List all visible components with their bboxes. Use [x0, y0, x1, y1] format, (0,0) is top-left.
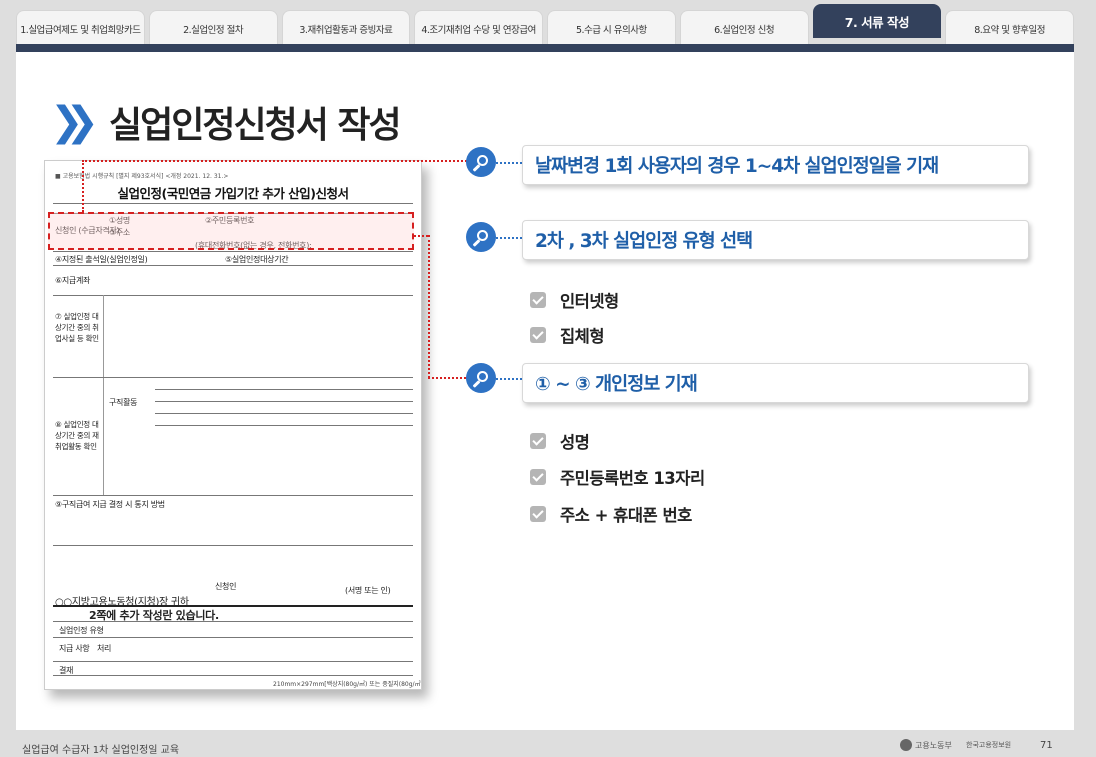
- form-rule: [53, 637, 413, 638]
- form-rule: [53, 295, 413, 296]
- dotted-leader: [496, 378, 522, 380]
- form-title: 실업인정(국민연금 가입기간 추가 산입)신청서: [117, 186, 349, 201]
- list-item: 주소 + 휴대폰 번호: [530, 502, 692, 526]
- list-item: 집체형: [530, 323, 605, 347]
- footer-title: 실업급여 수급자 1차 실업인정일 교육: [22, 745, 180, 756]
- personal-info-highlight: [48, 212, 414, 250]
- signer-label: 신청인: [215, 582, 237, 591]
- connector-line: [428, 377, 466, 379]
- form-rule: [155, 401, 413, 402]
- list-item-label: 성명: [560, 433, 590, 452]
- callout-personal-info: ① ~ ③ 개인정보 기재: [522, 363, 1029, 403]
- form-rule: [155, 413, 413, 414]
- callout-date-change: 날짜변경 1회 사용자의 경우 1~4차 실업인정일을 기재: [522, 145, 1029, 185]
- list-item-label: 주소 + 휴대폰 번호: [560, 506, 692, 525]
- tab-bar: 1.실업급여제도 및 취업희망카드 2.실업인정 절차 3.재취업활동과 증빙자…: [16, 4, 1074, 46]
- page-title-text: 실업인정신청서 작성: [109, 105, 402, 146]
- page-number: 71: [1040, 740, 1053, 751]
- form-rule: [53, 545, 413, 546]
- tab-underline: [16, 44, 1074, 52]
- dotted-leader: [496, 162, 522, 164]
- employment-check-label: ⑦ 실업인정 대상기간 중의 취업사실 등 확인: [55, 312, 99, 343]
- form-rule: [53, 251, 413, 252]
- account-label: ⑥지급계좌: [55, 276, 91, 285]
- tab-3[interactable]: 3.재취업활동과 증빙자료: [281, 10, 411, 46]
- job-search-check-label: ⑧ 실업인정 대상기간 중의 재취업활동 확인: [55, 420, 99, 451]
- list-item: 인터넷형: [530, 288, 619, 312]
- form-rule: [53, 265, 413, 266]
- list-item-label: 주민등록번호 13자리: [560, 469, 705, 488]
- attendance-day-label: ④지정된 출석일(실업인정일): [55, 255, 148, 264]
- double-chevron-icon: ❯❯: [50, 99, 99, 145]
- checkbox-icon: [530, 292, 546, 308]
- ministry-emblem-icon: [900, 739, 912, 751]
- cert-type-label: 실업인정 유형: [59, 626, 104, 635]
- job-search-label: 구직활동: [109, 398, 138, 407]
- tab-8[interactable]: 8.요약 및 향후일정: [945, 10, 1074, 46]
- form-rule: [53, 495, 413, 496]
- form-rule: [155, 389, 413, 390]
- tab-2[interactable]: 2.실업인정 절차: [148, 10, 278, 46]
- magnifier-icon: [466, 222, 496, 252]
- connector-line: [428, 235, 430, 378]
- form-rule: [53, 621, 413, 622]
- ministry-logo: 고용노동부: [900, 739, 952, 751]
- form-rule: [155, 425, 413, 426]
- tab-4[interactable]: 4.조기재취업 수당 및 연장급여: [414, 10, 543, 46]
- period-label: ⑤실업인정대상기간: [225, 255, 289, 264]
- footer: 실업급여 수급자 1차 실업인정일 교육 고용노동부 한국고용정보원 71: [0, 738, 1096, 757]
- form-divider: [103, 295, 104, 495]
- magnifier-icon: [466, 147, 496, 177]
- form-rule: [53, 377, 413, 378]
- callout-cert-type: 2차 , 3차 실업인정 유형 선택: [522, 220, 1029, 260]
- form-rule: [53, 203, 413, 204]
- keis-logo: 한국고용정보원: [966, 741, 1012, 749]
- checkbox-icon: [530, 327, 546, 343]
- tab-7-active[interactable]: 7. 서류 작성: [812, 4, 942, 38]
- form-rule: [53, 661, 413, 662]
- magnifier-icon: [466, 363, 496, 393]
- dotted-leader: [496, 237, 522, 239]
- tab-1[interactable]: 1.실업급여제도 및 취업희망카드: [16, 10, 145, 46]
- ministry-logo-text: 고용노동부: [915, 740, 952, 750]
- checkbox-icon: [530, 433, 546, 449]
- tab-5[interactable]: 5.수급 시 유의사항: [547, 10, 676, 46]
- checkbox-icon: [530, 506, 546, 522]
- payment-label: 지급 사항: [59, 644, 90, 653]
- page-title: ❯❯ 실업인정신청서 작성: [50, 96, 402, 148]
- form-rule: [53, 675, 413, 676]
- paper-spec: 210mm×297mm[백상지(80g/㎡) 또는 중질지(80g/㎡)]: [273, 681, 422, 688]
- tab-6[interactable]: 6.실업인정 신청: [679, 10, 809, 46]
- connector-line: [414, 235, 428, 237]
- process-label: 처리: [97, 644, 112, 653]
- list-item: 주민등록번호 13자리: [530, 465, 705, 489]
- list-item-label: 인터넷형: [560, 292, 619, 311]
- notify-method-label: ⑨구직급여 지급 결정 시 통지 방법: [55, 500, 165, 509]
- list-item-label: 집체형: [560, 327, 605, 346]
- signature-label: (서명 또는 인): [345, 586, 391, 595]
- checkbox-icon: [530, 469, 546, 485]
- list-item: 성명: [530, 429, 590, 453]
- connector-line: [82, 160, 467, 162]
- connector-line: [82, 160, 84, 212]
- form-header-note: ■ 고용보험법 시행규칙 [별지 제93호서식] <개정 2021. 12. 3…: [55, 173, 229, 180]
